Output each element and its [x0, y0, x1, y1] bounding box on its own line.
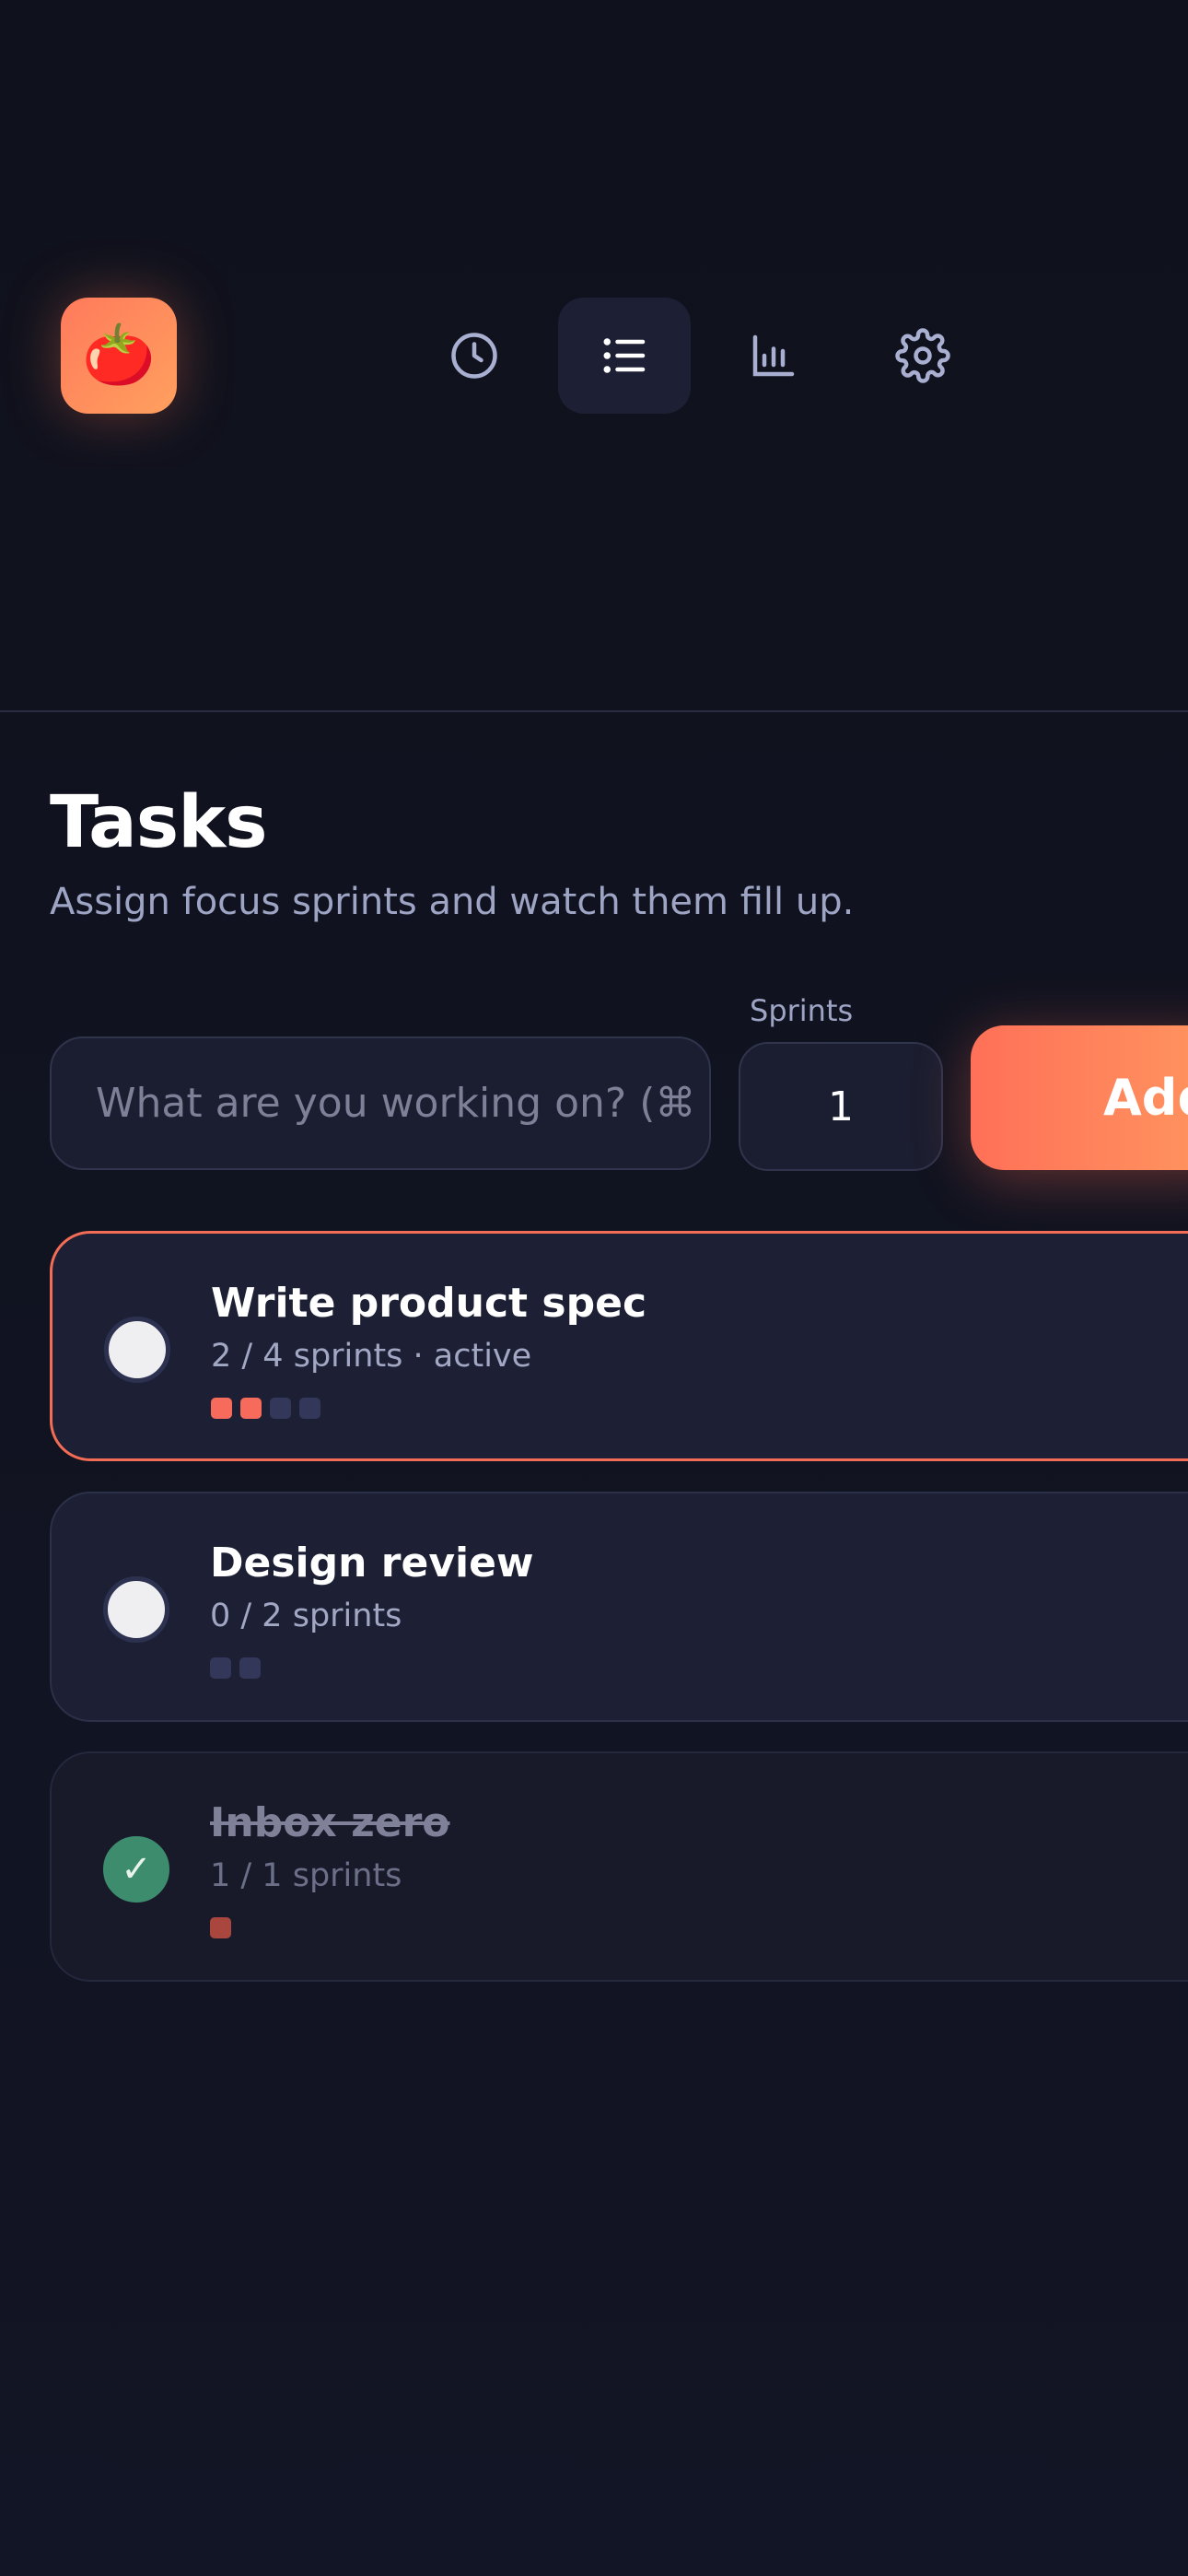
- add-task-button[interactable]: Add: [971, 1025, 1188, 1170]
- page-title: Tasks: [50, 781, 268, 864]
- checkmark-icon: ✓: [121, 1848, 152, 1891]
- sprint-pip-empty: [239, 1657, 261, 1679]
- task-progress-text: 0 / 2 sprints: [210, 1598, 402, 1634]
- clock-icon: [451, 333, 497, 379]
- header-divider: [0, 710, 1188, 712]
- task-progress-text: 1 / 1 sprints: [210, 1857, 402, 1894]
- task-checkbox[interactable]: [104, 1317, 170, 1383]
- sprint-pip-filled: [210, 1917, 231, 1938]
- task-card-write-product-spec[interactable]: Write product spec 2 / 4 sprints · activ…: [50, 1231, 1188, 1461]
- sprints-label: Sprints: [750, 993, 854, 1028]
- sprint-pip-filled: [211, 1398, 232, 1419]
- task-card-design-review[interactable]: Design review 0 / 2 sprints: [50, 1492, 1188, 1722]
- app-logo: 🍅: [61, 298, 177, 414]
- task-progress-text: 2 / 4 sprints · active: [211, 1338, 532, 1375]
- tasks-screen: 🍅 Tasks Assign focus sprints and watch t…: [0, 0, 1188, 2576]
- tomato-icon: 🍅: [82, 322, 156, 390]
- sprint-pips: [210, 1657, 261, 1679]
- page-subtitle: Assign focus sprints and watch them fill…: [50, 881, 855, 923]
- task-checkbox[interactable]: [103, 1576, 169, 1643]
- sprint-pip-empty: [270, 1398, 291, 1419]
- bar-chart-icon: [752, 334, 795, 377]
- nav-timer-button[interactable]: [408, 298, 541, 414]
- sprint-pips: [211, 1398, 320, 1419]
- task-name: Inbox zero: [210, 1799, 450, 1846]
- task-name: Design review: [210, 1540, 534, 1587]
- list-icon: [603, 338, 646, 373]
- nav-settings-button[interactable]: [856, 298, 989, 414]
- sprint-pip-empty: [299, 1398, 320, 1419]
- task-name-placeholder: What are you working on? (⌘: [96, 1080, 696, 1127]
- sprint-pip-empty: [210, 1657, 231, 1679]
- sprints-count-value: 1: [828, 1083, 854, 1130]
- gear-icon: [895, 328, 950, 383]
- add-task-label: Add: [1103, 1069, 1188, 1127]
- task-card-inbox-zero[interactable]: ✓ Inbox zero 1 / 1 sprints: [50, 1751, 1188, 1982]
- task-name-input[interactable]: What are you working on? (⌘: [50, 1036, 711, 1170]
- nav-tasks-button[interactable]: [558, 298, 691, 414]
- nav-stats-button[interactable]: [707, 298, 840, 414]
- sprint-pips: [210, 1917, 231, 1938]
- sprint-pip-filled: [240, 1398, 262, 1419]
- sprints-count-input[interactable]: 1: [739, 1042, 943, 1171]
- top-navigation: 🍅: [0, 0, 1188, 711]
- task-checkbox-checked[interactable]: ✓: [103, 1836, 169, 1903]
- task-name: Write product spec: [211, 1280, 647, 1327]
